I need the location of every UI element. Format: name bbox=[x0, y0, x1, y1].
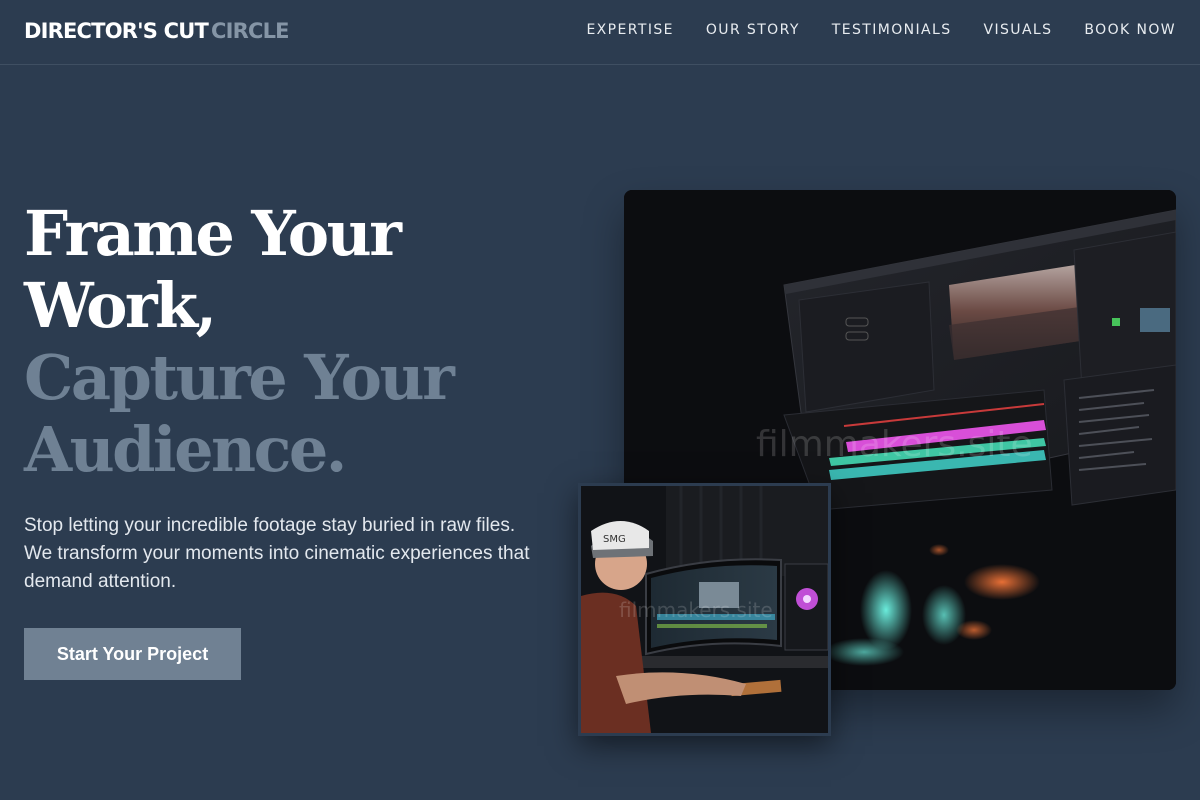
main-image-watermark: filmmakers.site bbox=[756, 424, 1033, 465]
nav-link-visuals[interactable]: VISUALS bbox=[984, 22, 1053, 38]
headline-line-2: Work, bbox=[24, 269, 217, 342]
hero-subtext: Stop letting your incredible footage sta… bbox=[24, 515, 530, 592]
top-navbar: DIRECTOR'S CUT CIRCLE EXPERTISE OUR STORY… bbox=[0, 0, 1200, 65]
logo-primary-text: DIRECTOR'S CUT bbox=[24, 19, 209, 43]
nav-link-our-story[interactable]: OUR STORY bbox=[706, 22, 800, 38]
start-project-button[interactable]: Start Your Project bbox=[24, 628, 241, 680]
nav-link-testimonials[interactable]: TESTIMONIALS bbox=[832, 22, 952, 38]
editor-at-desk-photo: SMG filmmakers.site bbox=[578, 483, 831, 736]
nav-links: EXPERTISE OUR STORY TESTIMONIALS VISUALS… bbox=[586, 22, 1176, 38]
nav-link-expertise[interactable]: EXPERTISE bbox=[586, 22, 673, 38]
svg-text:SMG: SMG bbox=[603, 534, 626, 545]
headline-line-1: Frame Your bbox=[24, 197, 402, 270]
logo-secondary-text: CIRCLE bbox=[210, 19, 290, 43]
inset-image-watermark: filmmakers.site bbox=[619, 598, 773, 622]
headline-line-3: Capture Your bbox=[24, 341, 455, 414]
hero-headline: Frame Your Work, Capture Your Audience. bbox=[24, 198, 584, 486]
brand-logo[interactable]: DIRECTOR'S CUT CIRCLE bbox=[24, 19, 290, 43]
headline-line-4: Audience. bbox=[24, 413, 347, 486]
nav-link-book-now[interactable]: BOOK NOW bbox=[1084, 22, 1176, 38]
